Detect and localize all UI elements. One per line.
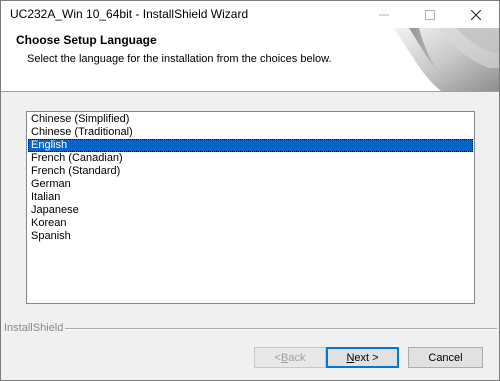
next-label: ext > <box>354 351 379 364</box>
next-accelerator: N <box>346 351 355 364</box>
list-item[interactable]: German <box>28 178 473 191</box>
next-button[interactable]: Next > <box>326 347 399 368</box>
list-item[interactable]: French (Standard) <box>28 165 473 178</box>
back-accelerator: B <box>280 351 289 364</box>
back-label: ack <box>288 351 306 364</box>
title-bar: UC232A_Win 10_64bit - InstallShield Wiza… <box>1 1 499 28</box>
maximize-icon <box>425 9 435 20</box>
divider <box>65 328 497 330</box>
cancel-button[interactable]: Cancel <box>408 347 483 368</box>
window-title: UC232A_Win 10_64bit - InstallShield Wiza… <box>10 7 249 21</box>
back-button[interactable]: < Back <box>254 347 326 368</box>
list-item[interactable]: Spanish <box>28 230 473 243</box>
list-item[interactable]: Chinese (Traditional) <box>28 126 473 139</box>
list-item[interactable]: French (Canadian) <box>28 152 473 165</box>
minimize-button[interactable] <box>361 1 407 28</box>
list-item[interactable]: Italian <box>28 191 473 204</box>
installer-window: UC232A_Win 10_64bit - InstallShield Wiza… <box>0 0 500 381</box>
list-item[interactable]: Korean <box>28 217 473 230</box>
maximize-button[interactable] <box>407 1 453 28</box>
page-subtitle: Select the language for the installation… <box>27 53 332 65</box>
close-button[interactable] <box>453 1 499 28</box>
list-item[interactable]: Japanese <box>28 204 473 217</box>
page-title: Choose Setup Language <box>16 33 157 47</box>
installshield-brand-label: InstallShield <box>4 322 64 334</box>
list-item[interactable]: Chinese (Simplified) <box>28 113 473 126</box>
installshield-page-curl-icon <box>393 28 499 91</box>
language-listbox[interactable]: Chinese (Simplified) Chinese (Traditiona… <box>26 111 475 304</box>
minimize-icon <box>379 14 389 15</box>
list-item-selected[interactable]: English <box>28 139 473 152</box>
close-icon <box>471 9 481 20</box>
wizard-header: Choose Setup Language Select the languag… <box>1 28 499 92</box>
